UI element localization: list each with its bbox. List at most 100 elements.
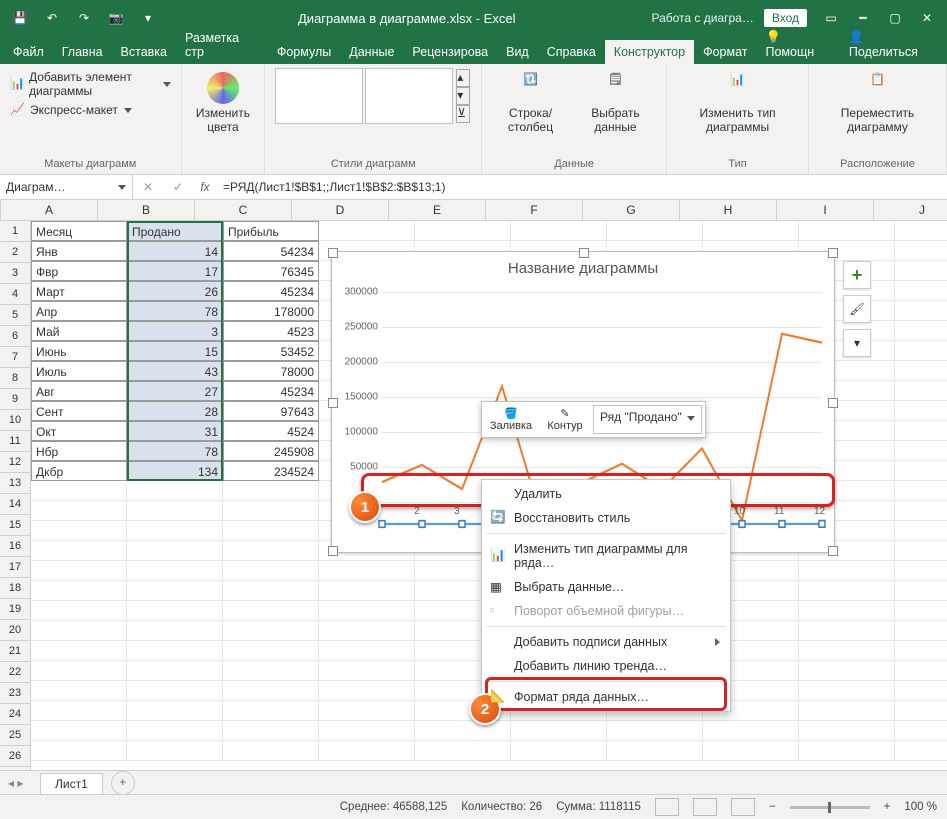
- row-header[interactable]: 23: [0, 683, 30, 704]
- cell[interactable]: [799, 561, 895, 581]
- zoom-in-button[interactable]: +: [884, 801, 891, 813]
- cell[interactable]: [31, 721, 127, 741]
- cell[interactable]: [895, 701, 947, 721]
- chart-filter-button[interactable]: ▾: [843, 329, 871, 357]
- cell[interactable]: Янв: [31, 241, 127, 261]
- zoom-out-button[interactable]: −: [769, 801, 776, 813]
- tab-home[interactable]: Главна: [53, 40, 112, 64]
- cell[interactable]: [31, 581, 127, 601]
- row-header[interactable]: 10: [0, 410, 30, 431]
- cell[interactable]: [511, 741, 607, 761]
- cell[interactable]: [31, 641, 127, 661]
- tab-formulas[interactable]: Формулы: [268, 40, 340, 64]
- ctx-add-trendline[interactable]: Добавить линию тренда…: [482, 654, 730, 678]
- sheet-tab-active[interactable]: Лист1: [40, 773, 103, 794]
- cell[interactable]: [895, 641, 947, 661]
- cell[interactable]: [223, 581, 319, 601]
- cell[interactable]: 234524: [223, 461, 319, 481]
- resize-handle[interactable]: [828, 398, 838, 408]
- column-header[interactable]: J: [874, 200, 947, 220]
- ctx-format-data-series[interactable]: 📐Формат ряда данных…: [482, 685, 730, 709]
- row-header[interactable]: 17: [0, 557, 30, 578]
- chart-style-thumb[interactable]: [365, 68, 453, 124]
- cell[interactable]: [895, 481, 947, 501]
- row-header[interactable]: 21: [0, 641, 30, 662]
- row-header[interactable]: 18: [0, 578, 30, 599]
- cell[interactable]: [895, 421, 947, 441]
- cell[interactable]: [895, 721, 947, 741]
- resize-handle[interactable]: [328, 248, 338, 258]
- cell[interactable]: [127, 621, 223, 641]
- move-chart-button[interactable]: 📋Переместить диаграмму: [819, 68, 936, 138]
- cell[interactable]: [31, 661, 127, 681]
- sheet-nav-icons[interactable]: ◂ ▸: [8, 776, 23, 790]
- cell[interactable]: Дкбр: [31, 461, 127, 481]
- cell[interactable]: 178000: [223, 301, 319, 321]
- cell[interactable]: [31, 481, 127, 501]
- row-header[interactable]: 6: [0, 326, 30, 347]
- row-header[interactable]: 14: [0, 494, 30, 515]
- cell[interactable]: [31, 701, 127, 721]
- change-colors-button[interactable]: Изменить цвета: [192, 68, 255, 138]
- cell[interactable]: Месяц: [31, 221, 127, 241]
- row-header[interactable]: 15: [0, 515, 30, 536]
- resize-handle[interactable]: [828, 248, 838, 258]
- cell[interactable]: [895, 561, 947, 581]
- quick-layout-button[interactable]: 📈Экспресс-макет: [10, 100, 171, 120]
- mini-outline-button[interactable]: ✎Контур: [539, 405, 591, 434]
- cell[interactable]: [895, 261, 947, 281]
- camera-icon[interactable]: 📷: [102, 4, 130, 32]
- cell[interactable]: [127, 481, 223, 501]
- cell[interactable]: [895, 501, 947, 521]
- row-header[interactable]: 11: [0, 431, 30, 452]
- column-header[interactable]: D: [292, 200, 389, 220]
- resize-handle[interactable]: [828, 546, 838, 556]
- cell[interactable]: [223, 481, 319, 501]
- cell[interactable]: Июнь: [31, 341, 127, 361]
- cell[interactable]: Март: [31, 281, 127, 301]
- cell[interactable]: [799, 721, 895, 741]
- cell[interactable]: [799, 701, 895, 721]
- zoom-level[interactable]: 100 %: [904, 801, 937, 813]
- cell[interactable]: [319, 221, 415, 241]
- cell[interactable]: [319, 701, 415, 721]
- column-header[interactable]: G: [583, 200, 680, 220]
- chart-styles-button[interactable]: 🖌: [843, 295, 871, 323]
- cell[interactable]: 53452: [223, 341, 319, 361]
- cell[interactable]: [31, 561, 127, 581]
- cell[interactable]: [223, 541, 319, 561]
- tab-format[interactable]: Формат: [694, 40, 756, 64]
- cell[interactable]: Нбр: [31, 441, 127, 461]
- gallery-more-icon[interactable]: ⊻: [456, 105, 470, 123]
- row-header[interactable]: 22: [0, 662, 30, 683]
- ctx-select-data[interactable]: ▦Выбрать данные…: [482, 575, 730, 599]
- column-header[interactable]: B: [98, 200, 195, 220]
- tell-me[interactable]: 💡 Помощн: [756, 25, 839, 64]
- cell[interactable]: [415, 721, 511, 741]
- cell[interactable]: 78000: [223, 361, 319, 381]
- share-button[interactable]: 👤 Поделиться: [840, 25, 943, 64]
- cell[interactable]: [319, 721, 415, 741]
- tab-review[interactable]: Рецензирова: [403, 40, 497, 64]
- row-header[interactable]: 20: [0, 620, 30, 641]
- row-header[interactable]: 24: [0, 704, 30, 725]
- cell[interactable]: [607, 741, 703, 761]
- cell[interactable]: [895, 541, 947, 561]
- cell[interactable]: 97643: [223, 401, 319, 421]
- tab-insert[interactable]: Вставка: [112, 40, 176, 64]
- cell[interactable]: [511, 221, 607, 241]
- cell[interactable]: [799, 661, 895, 681]
- tab-file[interactable]: Файл: [4, 40, 53, 64]
- cell[interactable]: [895, 581, 947, 601]
- chart-styles-gallery[interactable]: ▴ ▾ ⊻: [275, 68, 471, 124]
- cell[interactable]: 245908: [223, 441, 319, 461]
- cell[interactable]: [319, 641, 415, 661]
- row-header[interactable]: 1: [0, 221, 30, 242]
- cell[interactable]: [895, 661, 947, 681]
- cell[interactable]: [895, 221, 947, 241]
- fx-button[interactable]: fx: [193, 180, 217, 194]
- cell[interactable]: [127, 561, 223, 581]
- cell[interactable]: [607, 221, 703, 241]
- add-chart-element-button[interactable]: 📊Добавить элемент диаграммы: [10, 68, 171, 100]
- tab-data[interactable]: Данные: [340, 40, 403, 64]
